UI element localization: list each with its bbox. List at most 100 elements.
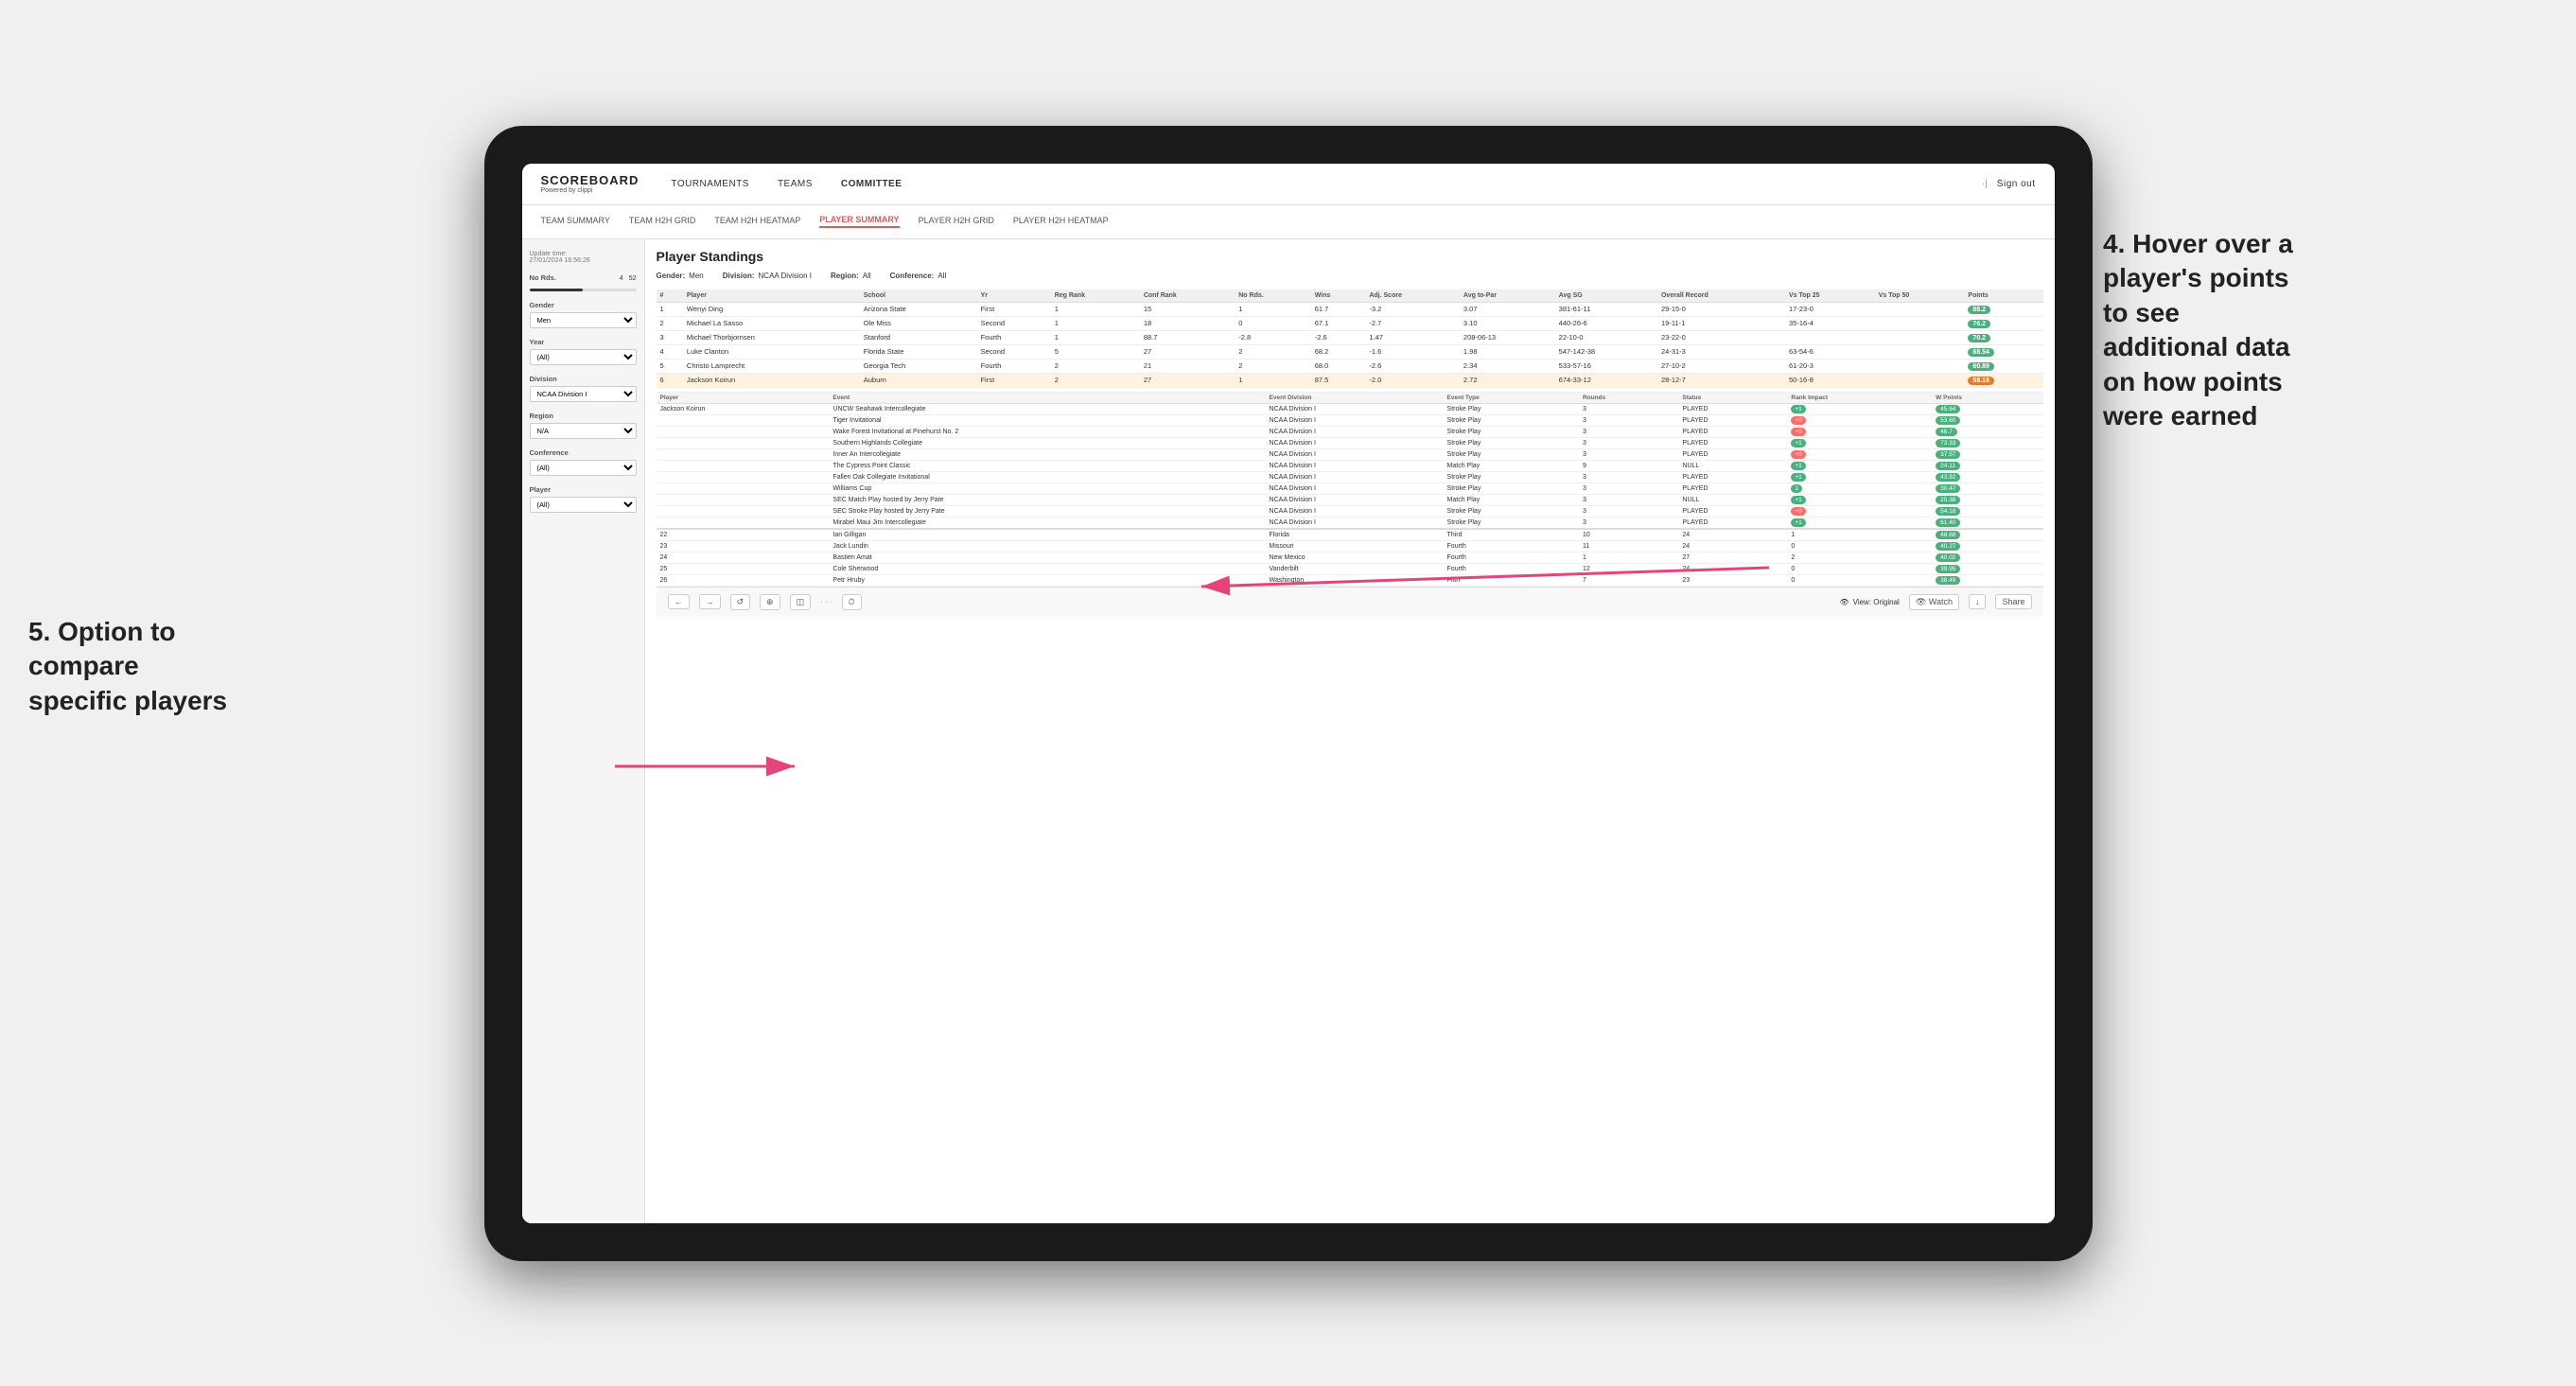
hover-table-row: 25 Cole Sherwood Vanderbilt Fourth 12 24… <box>657 563 2043 574</box>
region-label: Region <box>530 412 637 420</box>
standings-table: # Player School Yr Reg Rank Conf Rank No… <box>657 289 2043 388</box>
redo-button[interactable]: → <box>699 594 721 609</box>
nav-tournaments[interactable]: TOURNAMENTS <box>671 179 749 189</box>
table-row-hovered[interactable]: 6 Jackson Koirun Auburn First 2 27 1 87.… <box>657 373 2043 387</box>
main-nav: TOURNAMENTS TEAMS COMMITTEE <box>671 179 1981 189</box>
subnav-team-h2h-heatmap[interactable]: TEAM H2H HEATMAP <box>714 216 800 227</box>
app-subtitle: Powered by clippi <box>541 187 643 194</box>
filter-conference-value: All <box>938 272 946 280</box>
division-select[interactable]: NCAA Division I NCAA Division II <box>530 386 637 402</box>
hover-table-row: 22 Ian Gilligan Florida Third 10 24 1 48… <box>657 529 2043 541</box>
hover-table-row: 23 Jack Lundin Missouri Fourth 11 24 0 4… <box>657 540 2043 552</box>
filter-region-value: All <box>863 272 871 280</box>
refresh-button[interactable]: ↺ <box>730 594 751 610</box>
col-vs-top25: Vs Top 25 <box>1785 289 1875 303</box>
subnav-player-summary[interactable]: PLAYER SUMMARY <box>819 215 899 228</box>
col-overall: Overall Record <box>1657 289 1785 303</box>
filter-region-label: Region: <box>831 272 859 280</box>
no-rds-label: No Rds. <box>530 273 556 282</box>
col-adj-score: Adj. Score <box>1365 289 1460 303</box>
bottom-toolbar: ← → ↺ ⊕ ◫ · · · ⏱ 👁 View: Original 👁 Wat… <box>657 587 2043 617</box>
col-avg-par: Avg to-Par <box>1460 289 1555 303</box>
sub-nav: TEAM SUMMARY TEAM H2H GRID TEAM H2H HEAT… <box>522 205 2055 239</box>
filter-row: Gender: Men Division: NCAA Division I Re… <box>657 272 2043 280</box>
timer-button[interactable]: ⏱ <box>842 594 862 610</box>
filter-region: Region: All <box>831 272 871 280</box>
year-select[interactable]: (All) 2023 2022 <box>530 349 637 365</box>
watch-button[interactable]: 👁 Watch <box>1909 594 1959 610</box>
logo: SCOREBOARD Powered by clippi <box>541 173 643 194</box>
share-button[interactable]: Share <box>1995 594 2031 609</box>
col-player: Player <box>683 289 860 303</box>
region-select[interactable]: N/A <box>530 423 637 439</box>
sidebar-region: Region N/A <box>530 412 637 439</box>
sidebar-gender: Gender Men Women All <box>530 301 637 328</box>
hover-table-row: Mirabel Maui Jim Intercollegiate NCAA Di… <box>657 517 2043 529</box>
subnav-player-h2h-grid[interactable]: PLAYER H2H GRID <box>919 216 994 227</box>
table-row[interactable]: 2 Michael La Sasso Ole Miss Second 1 18 … <box>657 316 2043 330</box>
player-label: Player <box>530 485 637 494</box>
col-points: Points <box>1964 289 2042 303</box>
sidebar-year: Year (All) 2023 2022 <box>530 338 637 365</box>
tablet-device: SCOREBOARD Powered by clippi TOURNAMENTS… <box>484 126 2093 1261</box>
gender-select[interactable]: Men Women All <box>530 312 637 328</box>
hover-table-row: Tiger Invitational NCAA Division I Strok… <box>657 414 2043 426</box>
table-row[interactable]: 5 Christo Lamprecht Georgia Tech Fourth … <box>657 359 2043 373</box>
undo-button[interactable]: ← <box>668 594 690 609</box>
col-wins: Wins <box>1311 289 1366 303</box>
table-row[interactable]: 3 Michael Thorbjornsen Stanford Fourth 1… <box>657 330 2043 344</box>
eye-icon: 👁 <box>1839 598 1849 606</box>
division-label: Division <box>530 375 637 383</box>
hover-table-row: 24 Bastien Amat New Mexico Fourth 1 27 2… <box>657 552 2043 563</box>
col-vs-top50: Vs Top 50 <box>1875 289 1965 303</box>
update-time-label: Update time: <box>530 251 637 257</box>
nav-right: ·| Sign out <box>1982 179 2036 189</box>
subnav-team-summary[interactable]: TEAM SUMMARY <box>541 216 610 227</box>
view-selector[interactable]: 👁 View: Original <box>1839 598 1899 606</box>
conference-select[interactable]: (All) <box>530 460 637 476</box>
hover-table-row: Inner An Intercollegiate NCAA Division I… <box>657 448 2043 460</box>
hover-table-row: SEC Match Play hosted by Jerry Pate NCAA… <box>657 494 2043 505</box>
update-time: Update time: 27/01/2024 16:56:26 <box>530 251 637 264</box>
no-rds-min: 4 <box>620 275 623 282</box>
hover-table-header: Player Event Event Division Event Type R… <box>657 393 2043 404</box>
hover-table-row: SEC Stroke Play hosted by Jerry Pate NCA… <box>657 505 2043 517</box>
sign-out-link[interactable]: Sign out <box>1997 179 2036 189</box>
add-button[interactable]: ⊕ <box>760 594 780 610</box>
col-school: School <box>860 289 977 303</box>
annotation-left: 5. Option tocomparespecific players <box>28 615 359 718</box>
nav-committee[interactable]: COMMITTEE <box>841 179 902 189</box>
hover-table-row: Jackson Koirun UNCW Seahawk Intercollegi… <box>657 403 2043 414</box>
hover-table-row: Fallen Oak Collegiate Invitational NCAA … <box>657 471 2043 482</box>
app-title: SCOREBOARD <box>541 173 640 187</box>
no-rds-slider[interactable] <box>530 289 637 291</box>
standings-title: Player Standings <box>657 249 2043 264</box>
sidebar-player: Player (All) <box>530 485 637 513</box>
col-yr: Yr <box>977 289 1051 303</box>
filter-division-label: Division: <box>723 272 755 280</box>
annotation-right: 4. Hover over aplayer's pointsto seeaddi… <box>2103 227 2529 433</box>
download-button[interactable]: ↓ <box>1969 594 1987 609</box>
sidebar: Update time: 27/01/2024 16:56:26 No Rds.… <box>522 239 645 1223</box>
year-label: Year <box>530 338 637 346</box>
filter-division-value: NCAA Division I <box>759 272 812 280</box>
filter-division: Division: NCAA Division I <box>723 272 812 280</box>
layout-button[interactable]: ◫ <box>790 594 812 610</box>
gender-label: Gender <box>530 301 637 309</box>
hover-table-row: 26 Petr Hruby Washington Fifth 7 23 0 38… <box>657 574 2043 586</box>
conference-label: Conference <box>530 448 637 457</box>
filter-gender-value: Men <box>689 272 704 280</box>
table-row[interactable]: 1 Wenyi Ding Arizona State First 1 15 1 … <box>657 302 2043 316</box>
nav-teams[interactable]: TEAMS <box>778 179 813 189</box>
hover-table-row: Southern Highlands Collegiate NCAA Divis… <box>657 437 2043 448</box>
table-row[interactable]: 4 Luke Clanton Florida State Second 5 27… <box>657 344 2043 359</box>
subnav-player-h2h-heatmap[interactable]: PLAYER H2H HEATMAP <box>1013 216 1109 227</box>
top-nav: SCOREBOARD Powered by clippi TOURNAMENTS… <box>522 164 2055 205</box>
player-select[interactable]: (All) <box>530 497 637 513</box>
filter-gender: Gender: Men <box>657 272 704 280</box>
nav-divider: ·| <box>1982 179 1988 189</box>
hover-table-row: The Cypress Point Classic NCAA Division … <box>657 460 2043 471</box>
tablet-screen: SCOREBOARD Powered by clippi TOURNAMENTS… <box>522 164 2055 1223</box>
col-rank: # <box>657 289 683 303</box>
subnav-team-h2h-grid[interactable]: TEAM H2H GRID <box>629 216 696 227</box>
